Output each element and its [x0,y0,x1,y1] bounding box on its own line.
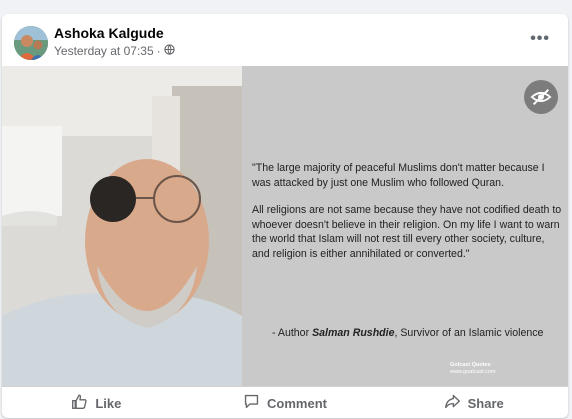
attribution-suffix: , Survivor of an Islamic violence [394,327,544,339]
share-button[interactable]: Share [379,387,568,419]
avatar[interactable] [14,26,48,60]
quote-panel: "The large majority of peaceful Muslims … [242,66,568,386]
like-label: Like [95,395,122,411]
share-icon [444,393,461,413]
portrait-photo [2,66,242,386]
post-meta: Yesterday at 07:35 · [54,44,175,58]
eye-slash-icon[interactable] [524,80,558,114]
globe-icon [163,44,175,58]
like-button[interactable]: Like [2,387,191,419]
action-bar: Like Comment Share [2,386,568,419]
watermark-title: Golcast Quotes [450,362,491,368]
quote-attribution: - Author Salman Rushdie, Survivor of an … [272,327,543,339]
watermark-url: www.goalcast.com [450,369,496,375]
post-image[interactable]: "The large majority of peaceful Muslims … [2,66,568,386]
quote-text: "The large majority of peaceful Muslims … [252,161,562,274]
attribution-name: Salman Rushdie [312,327,395,339]
meta-separator: · [156,44,161,58]
quote-paragraph-1: "The large majority of peaceful Muslims … [252,162,545,189]
thumbs-up-icon [71,393,88,413]
attribution-prefix: - Author [272,327,310,339]
post-header: Ashoka Kalgude Yesterday at 07:35 · ••• [2,14,568,66]
quote-paragraph-2: All religions are not same because they … [252,204,562,260]
share-label: Share [467,395,504,411]
comment-button[interactable]: Comment [191,387,380,419]
timestamp[interactable]: Yesterday at 07:35 [54,44,154,58]
author-name[interactable]: Ashoka Kalgude [54,25,164,41]
comment-label: Comment [267,395,327,411]
comment-icon [243,393,260,413]
more-dots-icon[interactable]: ••• [530,30,550,48]
watermark: Golcast Quotes www.goalcast.com [450,362,496,376]
post-card: Ashoka Kalgude Yesterday at 07:35 · ••• [2,14,568,418]
